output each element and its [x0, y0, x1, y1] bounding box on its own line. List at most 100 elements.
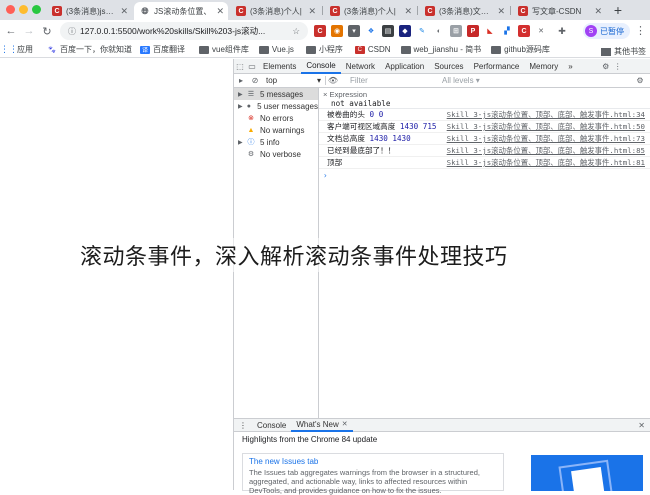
- extension-icon[interactable]: P: [467, 25, 479, 37]
- inspect-icon[interactable]: ⬚: [234, 62, 246, 71]
- expression-value: not available: [331, 99, 391, 108]
- log-source-link[interactable]: Skill 3-js滚动条位置、顶部、底部、触发事件.html:50: [447, 121, 645, 132]
- address-bar[interactable]: ⓘ 127.0.0.1:5500/work%20skills/Skill%203…: [60, 22, 308, 40]
- other-bookmarks[interactable]: 其他书签: [601, 46, 646, 57]
- log-source-link[interactable]: Skill 3-js滚动条位置、顶部、底部、触发事件.html:81: [447, 157, 645, 168]
- expand-arrow-icon[interactable]: ▶: [238, 103, 245, 110]
- bookmark-item[interactable]: github源码库: [491, 44, 550, 55]
- browser-tab-active[interactable]: 🌐︎ JS滚动条位置、 ✕: [134, 2, 228, 20]
- extension-icon[interactable]: ◉: [331, 25, 343, 37]
- tab-memory[interactable]: Memory: [524, 59, 563, 74]
- new-tab-button[interactable]: +: [610, 2, 626, 18]
- sidebar-item-warnings[interactable]: ▲ No warnings: [234, 124, 318, 136]
- extension-icon[interactable]: ◆: [399, 25, 411, 37]
- expand-arrow-icon[interactable]: ▶: [238, 139, 246, 146]
- sidebar-item-messages[interactable]: ▶ ☰ 5 messages: [234, 88, 318, 100]
- browser-tab[interactable]: C (3条消息)文章管 ✕: [419, 2, 509, 20]
- bookmark-item[interactable]: 🐾︎ 百度一下，你就知道: [47, 44, 132, 55]
- sidebar-toggle-icon[interactable]: ▸: [234, 76, 248, 85]
- more-tabs-button[interactable]: »: [563, 59, 577, 74]
- log-levels-select[interactable]: All levels ▾: [442, 76, 480, 85]
- close-window-button[interactable]: [6, 5, 15, 14]
- close-icon[interactable]: ✕: [638, 421, 645, 430]
- log-values: 1430 715: [399, 122, 437, 131]
- tab-label: (3条消息)个人|: [250, 6, 302, 16]
- extensions-puzzle-icon[interactable]: ✚: [556, 25, 568, 37]
- log-source-link[interactable]: Skill 3-js滚动条位置、顶部、底部、触发事件.html:73: [447, 133, 645, 144]
- extension-icon[interactable]: C: [314, 25, 326, 37]
- more-options-icon[interactable]: ⋮: [612, 62, 624, 71]
- drawer-menu-icon[interactable]: ⋮: [234, 419, 252, 432]
- close-icon[interactable]: ✕: [404, 6, 412, 17]
- log-source-link[interactable]: Skill 3-js滚动条位置、顶部、底部、触发事件.html:34: [447, 109, 645, 120]
- bookmark-item[interactable]: 小程序: [305, 44, 343, 55]
- tab-sources[interactable]: Sources: [429, 59, 468, 74]
- tab-network[interactable]: Network: [341, 59, 380, 74]
- info-icon: ⓘ: [247, 139, 255, 146]
- bookmark-item[interactable]: vue组件库: [199, 44, 249, 55]
- browser-tab[interactable]: C (3条消息)js滚动 ✕: [46, 2, 132, 20]
- tab-separator: [417, 6, 418, 15]
- back-icon[interactable]: ←: [4, 24, 18, 38]
- promo-image: [531, 455, 643, 491]
- console-prompt[interactable]: ›: [319, 169, 650, 181]
- bookmark-star-icon[interactable]: ☆: [292, 26, 300, 37]
- gear-icon[interactable]: ⚙: [600, 62, 612, 71]
- extension-icon[interactable]: ✎: [416, 25, 428, 37]
- zoom-window-button[interactable]: [32, 5, 41, 14]
- live-expression[interactable]: × Expression not available: [319, 88, 650, 109]
- close-icon[interactable]: ✕: [497, 6, 505, 17]
- close-icon[interactable]: ✕: [308, 6, 316, 17]
- extension-icon[interactable]: ▾: [348, 25, 360, 37]
- device-toolbar-icon[interactable]: ▭: [246, 62, 258, 71]
- filter-input[interactable]: Filter: [350, 76, 436, 85]
- tab-application[interactable]: Application: [380, 59, 429, 74]
- sidebar-item-user-messages[interactable]: ▶ ● 5 user messages: [234, 100, 318, 112]
- extension-icon[interactable]: ▤: [382, 25, 394, 37]
- context-select[interactable]: top ▾: [262, 76, 326, 85]
- browser-tab[interactable]: C (3条消息)个人| ✕: [324, 2, 416, 20]
- browser-tab[interactable]: C 写文章-CSDN ✕: [512, 2, 606, 20]
- eye-icon[interactable]: 👁︎: [326, 76, 340, 85]
- sidebar-item-verbose[interactable]: ⚙ No verbose: [234, 148, 318, 160]
- profile-paused-button[interactable]: S 已暂停: [583, 23, 630, 39]
- reload-icon[interactable]: ↻: [40, 24, 54, 38]
- bookmark-item[interactable]: C CSDN: [354, 45, 391, 54]
- bookmark-item[interactable]: web_jianshu - 简书: [400, 44, 481, 55]
- expand-arrow-icon[interactable]: ▶: [238, 91, 246, 98]
- bookmark-item[interactable]: 译 百度翻译: [140, 44, 185, 55]
- bookmark-label: 百度翻译: [153, 45, 185, 54]
- drawer-tab-console[interactable]: Console: [252, 419, 291, 432]
- bookmark-item[interactable]: Vue.js: [258, 45, 294, 54]
- drawer-tab-whats-new[interactable]: What's New ✕: [291, 419, 353, 432]
- more-menu-icon[interactable]: ⋮: [635, 24, 646, 37]
- forward-icon[interactable]: →: [22, 24, 36, 38]
- card-title[interactable]: The new Issues tab: [249, 457, 497, 466]
- extension-icon[interactable]: C: [518, 25, 530, 37]
- close-icon[interactable]: ✕: [594, 6, 602, 17]
- extension-icon[interactable]: ❖: [365, 25, 377, 37]
- console-log-row: 文档总高度 1430 1430 Skill 3-js滚动条位置、顶部、底部、触发…: [319, 133, 650, 145]
- browser-tab[interactable]: C (3条消息)个人| ✕: [230, 2, 320, 20]
- close-icon[interactable]: ✕: [216, 6, 224, 17]
- info-icon[interactable]: ⓘ: [68, 26, 76, 37]
- tab-performance[interactable]: Performance: [469, 59, 525, 74]
- gear-icon[interactable]: ⚙: [633, 76, 647, 85]
- extension-icon[interactable]: ◐: [433, 25, 445, 37]
- minimize-window-button[interactable]: [19, 5, 28, 14]
- bookmark-apps[interactable]: ⋮⋮ 应用: [0, 44, 33, 55]
- close-icon[interactable]: ✕: [342, 420, 348, 428]
- close-icon[interactable]: ✕: [120, 6, 128, 17]
- extension-icon[interactable]: ◣: [484, 25, 496, 37]
- extension-icon[interactable]: ⊞: [450, 25, 462, 37]
- feature-card[interactable]: The new Issues tab The Issues tab aggreg…: [242, 453, 504, 495]
- sidebar-item-info[interactable]: ▶ ⓘ 5 info: [234, 136, 318, 148]
- clear-console-icon[interactable]: ⊘: [248, 76, 262, 85]
- sidebar-item-errors[interactable]: ⊗ No errors: [234, 112, 318, 124]
- tab-console[interactable]: Console: [301, 59, 341, 74]
- log-source-link[interactable]: Skill 3-js滚动条位置、顶部、底部、触发事件.html:85: [447, 145, 645, 156]
- tab-elements[interactable]: Elements: [258, 59, 301, 74]
- context-value: top: [266, 76, 278, 85]
- extension-icon[interactable]: ✕: [535, 25, 547, 37]
- extension-icon[interactable]: ▞: [501, 25, 513, 37]
